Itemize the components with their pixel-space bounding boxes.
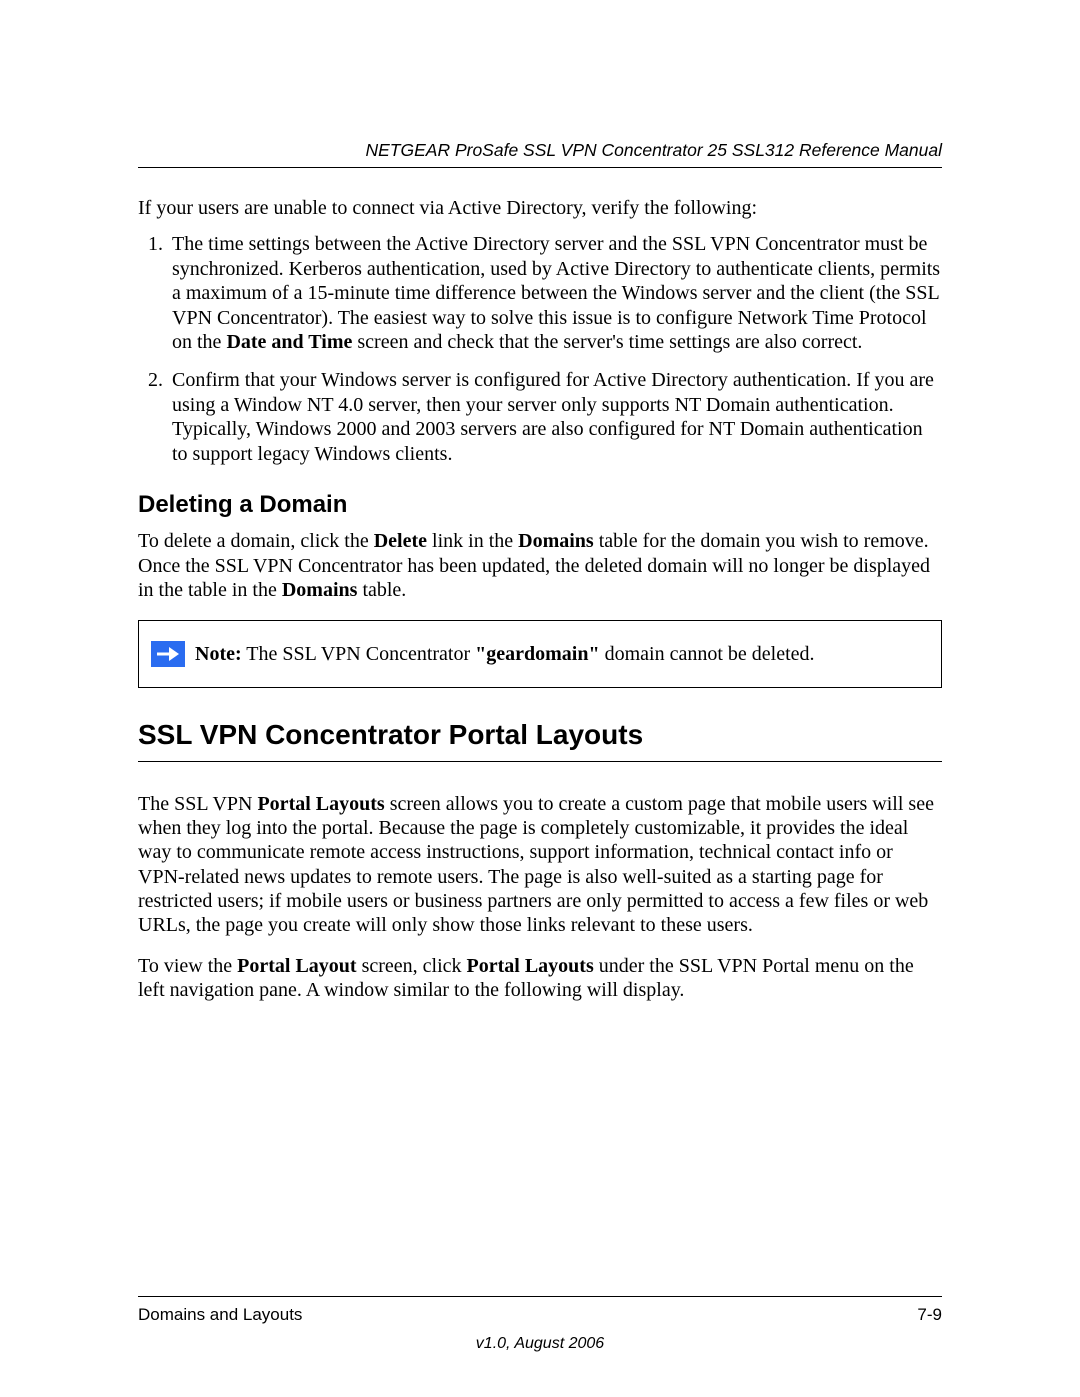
geardomain-bold: "geardomain" bbox=[475, 643, 599, 665]
text: screen, click bbox=[357, 955, 467, 977]
text: link in the bbox=[427, 530, 518, 552]
text: domain cannot be deleted. bbox=[600, 643, 815, 665]
footer-section: Domains and Layouts bbox=[138, 1305, 302, 1325]
list-text: Confirm that your Windows server is conf… bbox=[172, 369, 934, 464]
text: The SSL VPN bbox=[138, 793, 257, 815]
portal-layouts-bold: Portal Layouts bbox=[257, 793, 384, 815]
domains-bold: Domains bbox=[518, 530, 594, 552]
domains-bold: Domains bbox=[282, 579, 358, 601]
intro-paragraph: If your users are unable to connect via … bbox=[138, 196, 942, 220]
portal-layouts-bold: Portal Layouts bbox=[467, 955, 594, 977]
portal-paragraph-2: To view the Portal Layout screen, click … bbox=[138, 954, 942, 1003]
running-header: NETGEAR ProSafe SSL VPN Concentrator 25 … bbox=[138, 140, 942, 168]
list-text: screen and check that the server's time … bbox=[352, 331, 862, 353]
body-content: If your users are unable to connect via … bbox=[138, 196, 942, 1003]
heading-portal-layouts: SSL VPN Concentrator Portal Layouts bbox=[138, 718, 942, 761]
arrow-right-icon bbox=[151, 641, 185, 667]
note-text: Note: The SSL VPN Concentrator "geardoma… bbox=[195, 642, 815, 666]
list-item: Confirm that your Windows server is conf… bbox=[168, 368, 942, 466]
text: table. bbox=[357, 579, 406, 601]
text: To view the bbox=[138, 955, 237, 977]
delete-domain-paragraph: To delete a domain, click the Delete lin… bbox=[138, 529, 942, 602]
list-item: The time settings between the Active Dir… bbox=[168, 232, 942, 354]
page-footer: Domains and Layouts 7-9 bbox=[138, 1296, 942, 1325]
note-callout: Note: The SSL VPN Concentrator "geardoma… bbox=[138, 620, 942, 688]
text: The SSL VPN Concentrator bbox=[242, 643, 476, 665]
heading-deleting-domain: Deleting a Domain bbox=[138, 490, 942, 519]
note-label: Note: bbox=[195, 643, 242, 665]
date-time-bold: Date and Time bbox=[226, 331, 352, 353]
portal-paragraph-1: The SSL VPN Portal Layouts screen allows… bbox=[138, 792, 942, 938]
footer-page-number: 7-9 bbox=[917, 1305, 942, 1325]
portal-layout-bold: Portal Layout bbox=[237, 955, 356, 977]
footer-version: v1.0, August 2006 bbox=[0, 1335, 1080, 1353]
delete-bold: Delete bbox=[374, 530, 427, 552]
text: To delete a domain, click the bbox=[138, 530, 374, 552]
manual-page: NETGEAR ProSafe SSL VPN Concentrator 25 … bbox=[0, 0, 1080, 1397]
verification-list: The time settings between the Active Dir… bbox=[138, 232, 942, 466]
